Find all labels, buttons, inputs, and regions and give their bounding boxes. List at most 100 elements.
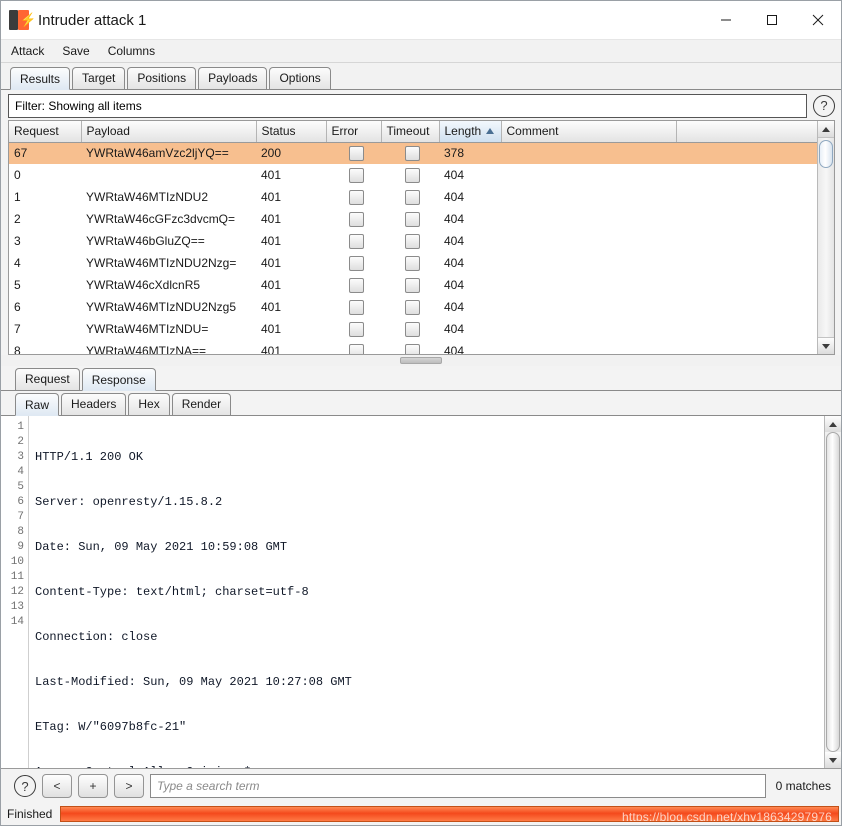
maximize-button[interactable] [749, 1, 795, 39]
cell-comment[interactable] [501, 252, 676, 274]
tab-raw[interactable]: Raw [15, 393, 60, 416]
response-vertical-scrollbar[interactable] [824, 416, 841, 768]
cell-spacer [676, 296, 817, 318]
cell-request: 5 [14, 278, 21, 292]
timeout-checkbox[interactable] [405, 233, 420, 249]
response-line: Access-Control-Allow-Origin: * [35, 765, 824, 768]
error-checkbox[interactable] [348, 321, 364, 337]
table-row[interactable]: 8 YWRtaW46MTIzNA== 401 404 [9, 340, 817, 354]
error-checkbox[interactable] [348, 145, 364, 161]
response-scroll-down-button[interactable] [825, 752, 841, 768]
cell-spacer [676, 186, 817, 208]
error-checkbox[interactable] [348, 233, 364, 249]
search-help-icon[interactable]: ? [14, 775, 36, 797]
tab-headers[interactable]: Headers [61, 393, 127, 415]
scroll-thumb[interactable] [819, 140, 833, 168]
search-next-button[interactable]: > [114, 774, 144, 798]
tab-results[interactable]: Results [10, 67, 71, 90]
cell-status: 401 [261, 212, 282, 226]
cell-spacer [676, 340, 817, 354]
cell-comment[interactable] [501, 208, 676, 230]
timeout-checkbox[interactable] [405, 321, 420, 337]
timeout-checkbox[interactable] [405, 277, 420, 293]
window-title: Intruder attack 1 [38, 11, 147, 29]
timeout-checkbox[interactable] [405, 299, 420, 315]
column-header-comment[interactable]: Comment [501, 121, 677, 143]
timeout-checkbox[interactable] [405, 167, 420, 183]
cell-comment[interactable] [501, 296, 676, 318]
timeout-checkbox[interactable] [405, 145, 420, 161]
cell-comment[interactable] [501, 230, 676, 252]
results-table-area: Request Payload Status Error Timeout Len… [9, 121, 817, 354]
response-raw-text[interactable]: HTTP/1.1 200 OK Server: openresty/1.15.8… [29, 416, 824, 768]
tab-render[interactable]: Render [171, 393, 232, 415]
splitter-grip[interactable] [400, 357, 442, 364]
cell-spacer [676, 164, 817, 186]
minimize-button[interactable] [703, 1, 749, 39]
scroll-up-button[interactable] [818, 121, 834, 138]
error-checkbox[interactable] [348, 299, 364, 315]
table-row[interactable]: 6 YWRtaW46MTIzNDU2Nzg5 401 404 [9, 296, 817, 318]
cell-comment[interactable] [501, 318, 676, 340]
table-row[interactable]: 67 YWRtaW46amVzc2ljYQ== 200 378 [9, 142, 817, 164]
cell-comment[interactable] [501, 274, 676, 296]
tab-target[interactable]: Target [72, 67, 126, 89]
tab-hex[interactable]: Hex [128, 393, 170, 415]
error-checkbox[interactable] [348, 211, 364, 227]
tab-options[interactable]: Options [269, 67, 331, 89]
timeout-checkbox[interactable] [405, 189, 420, 205]
error-checkbox[interactable] [348, 255, 364, 271]
results-vertical-scrollbar[interactable] [817, 121, 834, 354]
menu-item-columns[interactable]: Columns [106, 43, 157, 59]
scroll-down-button[interactable] [818, 337, 834, 354]
column-header-status[interactable]: Status [256, 121, 327, 143]
cell-timeout [381, 318, 439, 340]
column-header-payload[interactable]: Payload [81, 121, 257, 143]
column-header-error[interactable]: Error [326, 121, 382, 143]
cell-comment[interactable] [501, 340, 676, 354]
cell-length: 404 [444, 278, 465, 292]
table-row[interactable]: 1 YWRtaW46MTIzNDU2 401 404 [9, 186, 817, 208]
response-line: Connection: close [35, 630, 824, 645]
table-row[interactable]: 0 401 404 [9, 164, 817, 186]
search-input[interactable]: Type a search term [150, 774, 766, 798]
error-checkbox[interactable] [348, 189, 364, 205]
search-add-button[interactable]: + [78, 774, 108, 798]
menu-item-save[interactable]: Save [60, 43, 91, 59]
tab-response[interactable]: Response [81, 368, 156, 391]
message-tabstrip: Request Response [1, 366, 841, 391]
line-number: 14 [10, 616, 24, 628]
response-scroll-track[interactable] [825, 432, 841, 752]
table-row[interactable]: 3 YWRtaW46bGluZQ== 401 404 [9, 230, 817, 252]
panel-splitter[interactable] [1, 355, 841, 366]
error-checkbox[interactable] [348, 343, 364, 354]
scroll-track[interactable] [818, 138, 834, 337]
cell-error [326, 318, 381, 340]
cell-comment[interactable] [501, 164, 676, 186]
response-scroll-thumb[interactable] [826, 432, 840, 752]
timeout-checkbox[interactable] [405, 211, 420, 227]
column-header-length[interactable]: Length [439, 121, 502, 143]
table-row[interactable]: 5 YWRtaW46cXdlcnR5 401 404 [9, 274, 817, 296]
response-scroll-up-button[interactable] [825, 416, 841, 432]
menu-item-attack[interactable]: Attack [9, 43, 46, 59]
search-prev-button[interactable]: < [42, 774, 72, 798]
timeout-checkbox[interactable] [405, 255, 420, 271]
table-row[interactable]: 7 YWRtaW46MTIzNDU= 401 404 [9, 318, 817, 340]
cell-comment[interactable] [501, 142, 676, 164]
tab-payloads[interactable]: Payloads [198, 67, 268, 89]
cell-payload: YWRtaW46cGFzc3dvcmQ= [86, 212, 236, 226]
column-header-request[interactable]: Request [9, 121, 82, 143]
filter-help-icon[interactable]: ? [813, 94, 835, 117]
close-button[interactable] [795, 1, 841, 39]
cell-comment[interactable] [501, 186, 676, 208]
error-checkbox[interactable] [348, 277, 364, 293]
column-header-timeout[interactable]: Timeout [381, 121, 440, 143]
error-checkbox[interactable] [348, 167, 364, 183]
table-row[interactable]: 2 YWRtaW46cGFzc3dvcmQ= 401 404 [9, 208, 817, 230]
filter-bar[interactable]: Filter: Showing all items [8, 93, 807, 118]
tab-request[interactable]: Request [15, 368, 80, 390]
timeout-checkbox[interactable] [405, 343, 420, 354]
table-row[interactable]: 4 YWRtaW46MTIzNDU2Nzg= 401 404 [9, 252, 817, 274]
tab-positions[interactable]: Positions [127, 67, 197, 89]
